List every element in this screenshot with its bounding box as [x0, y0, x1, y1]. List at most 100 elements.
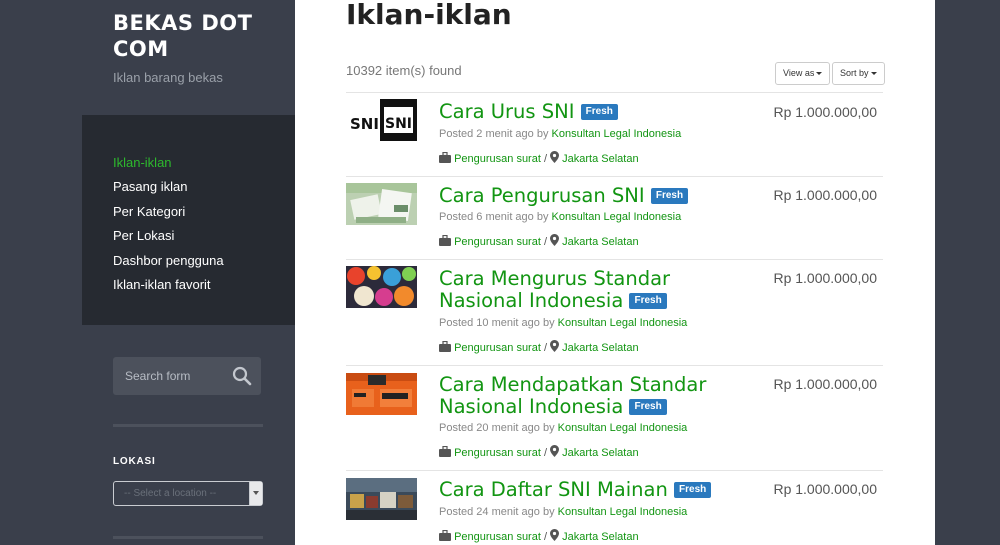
map-marker-icon [550, 445, 560, 457]
fresh-badge: Fresh [650, 188, 689, 204]
author-link[interactable]: Konsultan Legal Indonesia [558, 506, 688, 518]
chevron-down-icon[interactable] [249, 482, 262, 505]
item-count: 10392 item(s) found [346, 63, 462, 78]
page-title: Iklan-iklan [346, 0, 512, 31]
listing-item: Cara Mengurus Standar Nasional Indonesia… [346, 260, 883, 366]
listing-thumbnail[interactable] [346, 373, 417, 415]
listing-thumbnail[interactable] [346, 183, 417, 225]
location-link[interactable]: Jakarta Selatan [562, 236, 638, 248]
sni-logo-text: SNI [350, 115, 379, 133]
site-tagline: Iklan barang bekas [113, 70, 223, 85]
view-as-label: View as [783, 68, 815, 78]
location-link[interactable]: Jakarta Selatan [562, 342, 638, 354]
fresh-badge: Fresh [629, 399, 667, 415]
briefcase-icon [439, 529, 451, 541]
nav-item-pasang-iklan[interactable]: Pasang iklan [113, 175, 224, 199]
listing-title[interactable]: Cara Pengurusan SNI Fresh [439, 185, 759, 207]
fresh-badge: Fresh [580, 104, 618, 120]
listing-title-text[interactable]: Cara Daftar SNI Mainan [439, 478, 668, 501]
caret-down-icon [816, 72, 823, 76]
separator: / [543, 236, 548, 248]
search-icon[interactable] [232, 366, 252, 386]
location-select[interactable]: -- Select a location -- [113, 481, 263, 506]
location-link[interactable]: Jakarta Selatan [562, 153, 638, 165]
separator: / [543, 342, 548, 354]
document-photo-image [346, 183, 417, 225]
listing-categories: Pengurusan surat / Jakarta Selatan [439, 340, 639, 354]
main-nav: Iklan-iklan Pasang iklan Per Kategori Pe… [82, 115, 295, 325]
nav-item-favorit[interactable]: Iklan-iklan favorit [113, 273, 224, 297]
listing-item: SNI SNI Cara Urus SNI Fresh Rp 1.000.000… [346, 92, 883, 177]
listing-item: Cara Daftar SNI Mainan Fresh Rp 1.000.00… [346, 471, 883, 545]
map-marker-icon [550, 529, 560, 541]
listing-title[interactable]: Cara Urus SNI Fresh [439, 101, 759, 123]
nav-item-iklan[interactable]: Iklan-iklan [113, 151, 224, 175]
search-form [113, 357, 261, 395]
listing-categories: Pengurusan surat / Jakarta Selatan [439, 529, 639, 543]
location-select-value: -- Select a location -- [124, 488, 217, 499]
caret-down-icon [870, 72, 877, 76]
view-as-button[interactable]: View as [775, 62, 831, 85]
lokasi-heading: LOKASI [113, 456, 156, 467]
listing-categories: Pengurusan surat / Jakarta Selatan [439, 234, 639, 248]
category-link[interactable]: Pengurusan surat [454, 447, 541, 459]
toy-store-image [346, 478, 417, 520]
map-marker-icon [550, 151, 560, 163]
listing-title[interactable]: Cara Mengurus Standar Nasional Indonesia… [439, 268, 759, 312]
site-title[interactable]: BEKAS DOT COM [113, 10, 293, 62]
listing-price: Rp 1.000.000,00 [773, 270, 877, 286]
listing-meta: Posted 2 menit ago by Konsultan Legal In… [439, 128, 681, 140]
nav-item-dashbor[interactable]: Dashbor pengguna [113, 249, 224, 273]
briefcase-icon [439, 340, 451, 352]
separator: / [543, 447, 548, 459]
listing-thumbnail[interactable]: SNI SNI [346, 99, 417, 141]
listing-title[interactable]: Cara Mendapatkan Standar Nasional Indone… [439, 374, 759, 418]
fresh-badge: Fresh [629, 293, 667, 309]
category-link[interactable]: Pengurusan surat [454, 236, 541, 248]
listing-price: Rp 1.000.000,00 [773, 481, 877, 497]
sidebar: BEKAS DOT COM Iklan barang bekas Iklan-i… [82, 0, 295, 545]
sni-logo-text: SNI [385, 116, 412, 132]
posted-text: Posted 24 menit ago by [439, 506, 555, 518]
category-link[interactable]: Pengurusan surat [454, 342, 541, 354]
toys-photo-image [346, 266, 417, 308]
listing-price: Rp 1.000.000,00 [773, 187, 877, 203]
listing-title-text[interactable]: Cara Pengurusan SNI [439, 184, 645, 207]
author-link[interactable]: Konsultan Legal Indonesia [552, 211, 682, 223]
briefcase-icon [439, 445, 451, 457]
sort-by-button[interactable]: Sort by [832, 62, 885, 85]
category-link[interactable]: Pengurusan surat [454, 531, 541, 543]
author-link[interactable]: Konsultan Legal Indonesia [552, 128, 682, 140]
author-link[interactable]: Konsultan Legal Indonesia [558, 317, 688, 329]
sidebar-divider [113, 424, 263, 427]
map-marker-icon [550, 340, 560, 352]
posted-text: Posted 10 menit ago by [439, 317, 555, 329]
briefcase-icon [439, 151, 451, 163]
listing-categories: Pengurusan surat / Jakarta Selatan [439, 445, 639, 459]
listing-thumbnail[interactable] [346, 478, 417, 520]
sni-logo-image: SNI SNI [346, 99, 417, 141]
search-input[interactable] [113, 357, 223, 395]
location-link[interactable]: Jakarta Selatan [562, 531, 638, 543]
main-content: Iklan-iklan 10392 item(s) found View as … [295, 0, 935, 545]
category-link[interactable]: Pengurusan surat [454, 153, 541, 165]
sidebar-divider [113, 536, 263, 539]
separator: / [543, 153, 548, 165]
listing-item: Cara Pengurusan SNI Fresh Rp 1.000.000,0… [346, 177, 883, 260]
posted-text: Posted 6 menit ago by [439, 211, 549, 223]
briefcase-icon [439, 234, 451, 246]
listing-meta: Posted 24 menit ago by Konsultan Legal I… [439, 506, 687, 518]
posted-text: Posted 2 menit ago by [439, 128, 549, 140]
sort-by-label: Sort by [840, 68, 869, 78]
nav-item-per-kategori[interactable]: Per Kategori [113, 200, 224, 224]
listing-meta: Posted 20 menit ago by Konsultan Legal I… [439, 422, 687, 434]
author-link[interactable]: Konsultan Legal Indonesia [558, 422, 688, 434]
listing-title-text[interactable]: Cara Urus SNI [439, 100, 574, 123]
separator: / [543, 531, 548, 543]
nav-item-per-lokasi[interactable]: Per Lokasi [113, 224, 224, 248]
listing-title[interactable]: Cara Daftar SNI Mainan Fresh [439, 479, 759, 501]
listing-categories: Pengurusan surat / Jakarta Selatan [439, 151, 639, 165]
listing-meta: Posted 6 menit ago by Konsultan Legal In… [439, 211, 681, 223]
listing-thumbnail[interactable] [346, 266, 417, 308]
location-link[interactable]: Jakarta Selatan [562, 447, 638, 459]
